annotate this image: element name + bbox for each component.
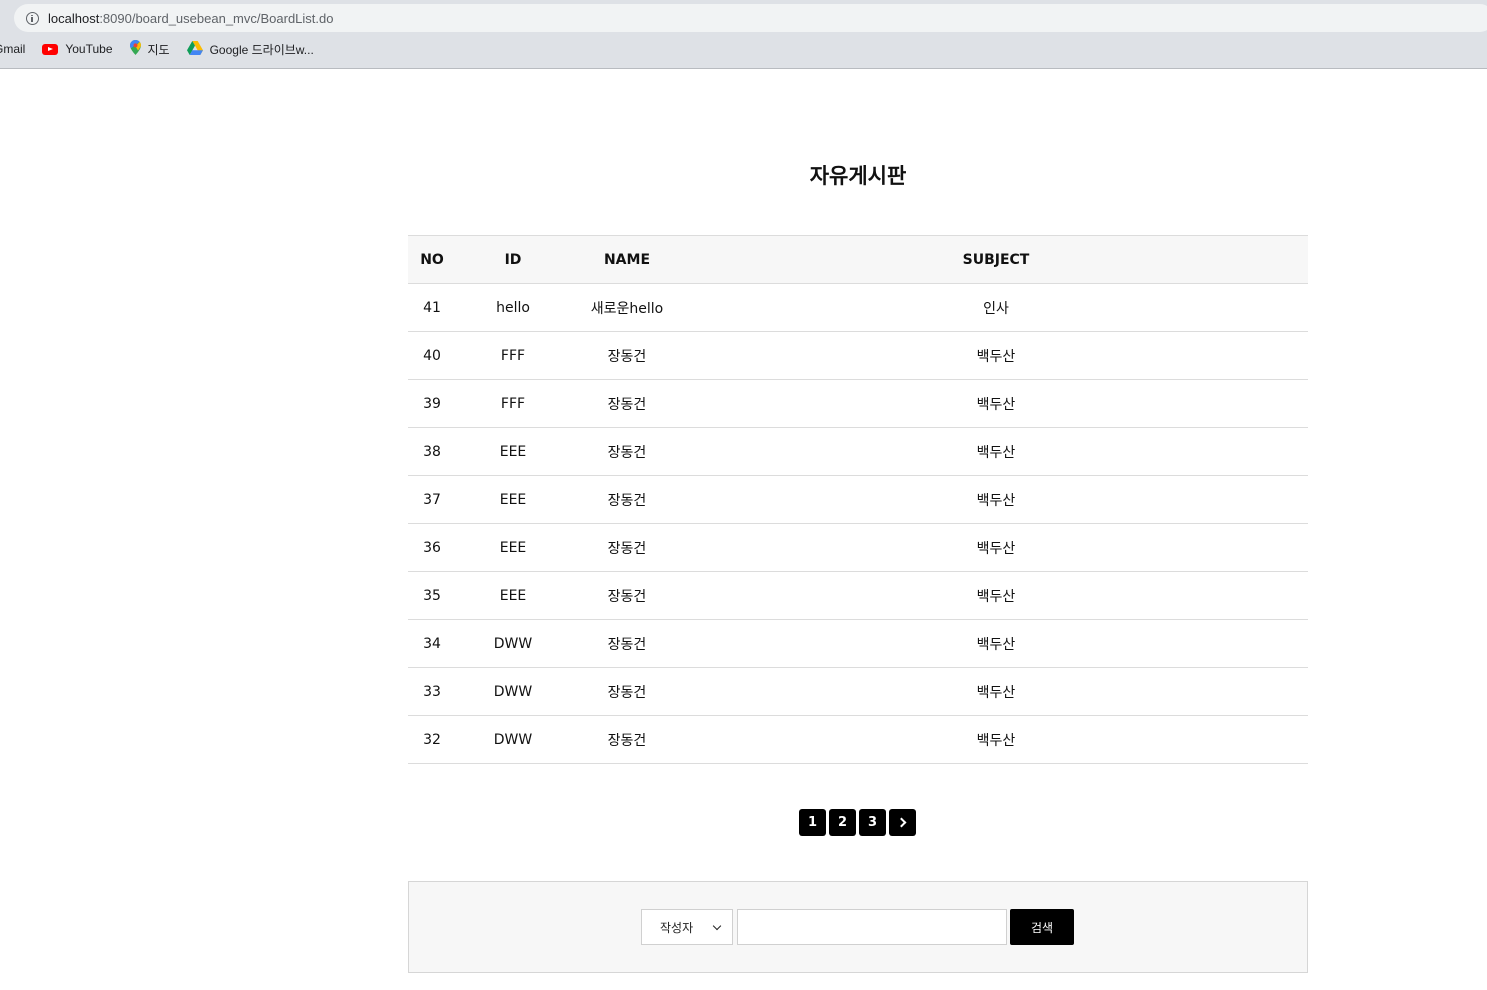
cell-id: DWW (456, 619, 570, 668)
page-button-1[interactable]: 1 (799, 809, 826, 836)
cell-id: hello (456, 283, 570, 332)
cell-no: 40 (408, 331, 456, 380)
search-panel: 작성자 검색 (408, 881, 1308, 973)
cell-id: FFF (456, 331, 570, 380)
cell-subject-link[interactable]: 백두산 (684, 715, 1308, 764)
youtube-icon (42, 43, 59, 55)
cell-id: DWW (456, 715, 570, 764)
browser-chrome: localhost:8090/board_usebean_mvc/BoardLi… (0, 0, 1487, 69)
cell-subject-link[interactable]: 백두산 (684, 427, 1308, 476)
page-title: 자유게시판 (809, 164, 907, 188)
cell-id: EEE (456, 427, 570, 476)
cell-name: 장동건 (570, 619, 684, 668)
address-bar[interactable]: localhost:8090/board_usebean_mvc/BoardLi… (14, 4, 1487, 32)
table-row[interactable]: 33 DWW 장동건 백두산 (408, 667, 1308, 716)
cell-subject-link[interactable]: 인사 (684, 283, 1308, 332)
bookmark-label: Gmail (0, 42, 26, 56)
bookmark-label: 지도 (147, 42, 170, 57)
pagination: 1 2 3 (799, 809, 916, 836)
cell-name: 장동건 (570, 667, 684, 716)
cell-no: 38 (408, 427, 456, 476)
cell-no: 34 (408, 619, 456, 668)
cell-id: DWW (456, 667, 570, 716)
column-header-no: NO (408, 235, 456, 284)
table-row[interactable]: 39 FFF 장동건 백두산 (408, 379, 1308, 428)
search-type-select[interactable]: 작성자 (641, 909, 733, 945)
table-row[interactable]: 37 EEE 장동건 백두산 (408, 475, 1308, 524)
table-row[interactable]: 32 DWW 장동건 백두산 (408, 715, 1308, 764)
bookmark-label: YouTube (65, 42, 113, 56)
page-button-2[interactable]: 2 (829, 809, 856, 836)
table-row[interactable]: 38 EEE 장동건 백두산 (408, 427, 1308, 476)
cell-name: 장동건 (570, 427, 684, 476)
search-type-selected: 작성자 (660, 920, 694, 935)
table-header-row: NO ID NAME SUBJECT (408, 235, 1308, 284)
cell-subject-link[interactable]: 백두산 (684, 331, 1308, 380)
bookmark-drive[interactable]: Google 드라이브w... (186, 40, 314, 58)
cell-subject-link[interactable]: 백두산 (684, 619, 1308, 668)
cell-name: 장동건 (570, 715, 684, 764)
bookmark-label: Google 드라이브w... (209, 42, 314, 57)
cell-subject-link[interactable]: 백두산 (684, 571, 1308, 620)
cell-name: 장동건 (570, 475, 684, 524)
cell-subject-link[interactable]: 백두산 (684, 523, 1308, 572)
cell-no: 35 (408, 571, 456, 620)
cell-id: EEE (456, 475, 570, 524)
bookmarks-bar: Gmail YouTube 지도 (0, 37, 331, 61)
bookmark-youtube[interactable]: YouTube (42, 42, 113, 56)
cell-name: 장동건 (570, 379, 684, 428)
cell-no: 33 (408, 667, 456, 716)
column-header-subject: SUBJECT (684, 235, 1308, 284)
cell-id: EEE (456, 523, 570, 572)
column-header-id: ID (456, 235, 570, 284)
cell-subject-link[interactable]: 백두산 (684, 475, 1308, 524)
next-page-button[interactable] (889, 809, 916, 836)
cell-no: 32 (408, 715, 456, 764)
cell-name: 장동건 (570, 331, 684, 380)
table-row[interactable]: 34 DWW 장동건 백두산 (408, 619, 1308, 668)
table-row[interactable]: 40 FFF 장동건 백두산 (408, 331, 1308, 380)
cell-no: 41 (408, 283, 456, 332)
search-input[interactable] (737, 909, 1007, 945)
board-table: NO ID NAME SUBJECT 41 hello 새로운hello 인사 … (408, 235, 1308, 764)
cell-name: 장동건 (570, 523, 684, 572)
cell-name: 장동건 (570, 571, 684, 620)
bookmark-gmail[interactable]: Gmail (0, 42, 25, 56)
chevron-down-icon (712, 921, 722, 931)
cell-subject-link[interactable]: 백두산 (684, 379, 1308, 428)
table-row[interactable]: 35 EEE 장동건 백두산 (408, 571, 1308, 620)
url-host: localhost (48, 10, 100, 26)
cell-no: 36 (408, 523, 456, 572)
cell-subject-link[interactable]: 백두산 (684, 667, 1308, 716)
drive-icon (186, 40, 203, 58)
cell-id: FFF (456, 379, 570, 428)
maps-icon (129, 40, 141, 58)
column-header-name: NAME (570, 235, 684, 284)
cell-id: EEE (456, 571, 570, 620)
cell-name: 새로운hello (570, 283, 684, 332)
cell-no: 39 (408, 379, 456, 428)
url-text[interactable]: localhost:8090/board_usebean_mvc/BoardLi… (48, 11, 333, 26)
info-icon[interactable] (26, 11, 39, 25)
search-button[interactable]: 검색 (1010, 909, 1074, 945)
url-path: :8090/board_usebean_mvc/BoardList.do (99, 10, 334, 26)
table-row[interactable]: 36 EEE 장동건 백두산 (408, 523, 1308, 572)
page-button-3[interactable]: 3 (859, 809, 886, 836)
bookmark-maps[interactable]: 지도 (129, 40, 170, 58)
cell-no: 37 (408, 475, 456, 524)
chevron-right-icon (896, 817, 906, 828)
table-row[interactable]: 41 hello 새로운hello 인사 (408, 283, 1308, 332)
